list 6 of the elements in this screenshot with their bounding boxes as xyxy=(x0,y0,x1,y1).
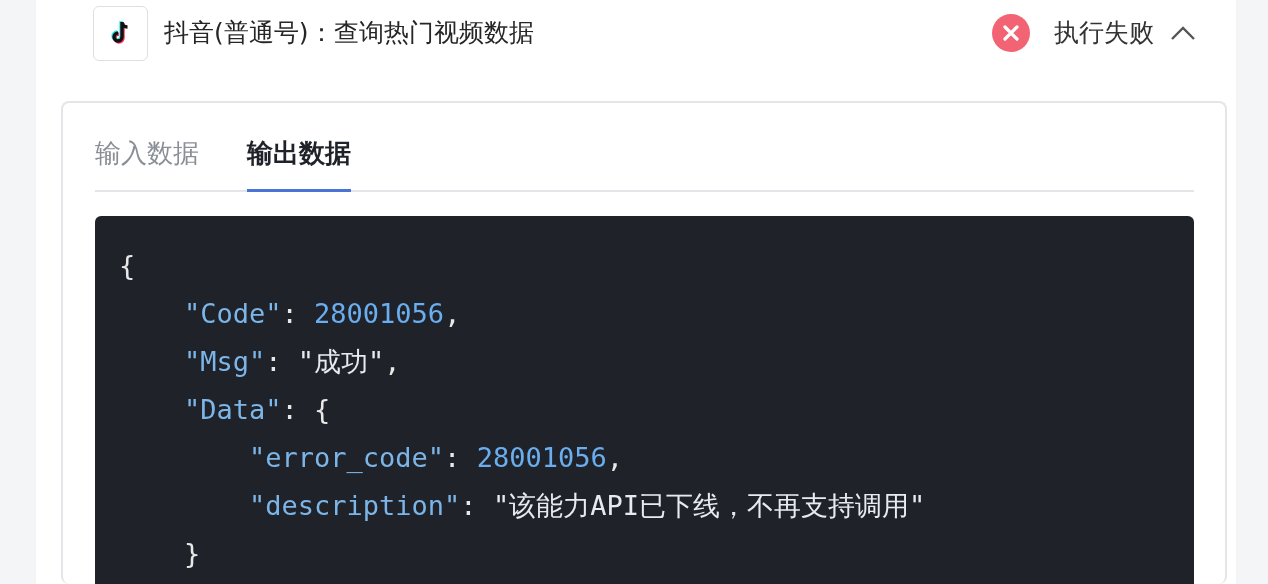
status-label: 执行失败 xyxy=(1054,17,1154,50)
tab[interactable]: 输出数据 xyxy=(247,134,351,192)
app-icon xyxy=(93,5,148,61)
step-title: 抖音(普通号)：查询热门视频数据 xyxy=(164,17,534,50)
code-block: { "Code": 28001056, "Msg": "成功", "Data": { "error_code": 28001056, "description": "该能力API已下线，不再支持调用" } xyxy=(95,216,1194,584)
collapse-icon[interactable] xyxy=(1170,25,1196,41)
